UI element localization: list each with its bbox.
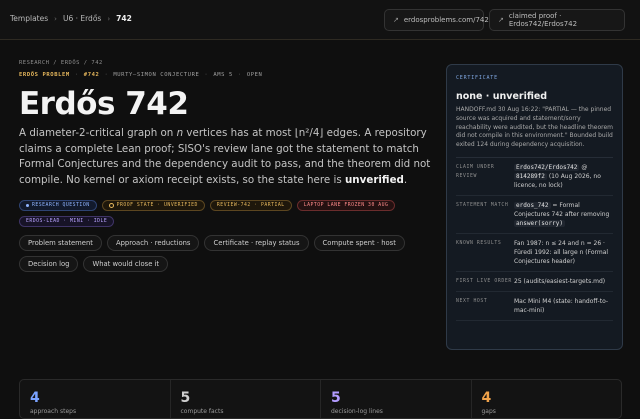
certificate-label: CERTIFICATE: [456, 75, 498, 81]
detail-row: CLAIM UNDER REVIEW Erdos742/Erdos742 @ 8…: [456, 158, 613, 196]
nav-decision-log[interactable]: Decision log: [19, 255, 79, 272]
external-link-icon: ↗: [498, 16, 504, 24]
stat-gaps: 4 gaps: [472, 380, 622, 418]
meta-kind: ERDŐS PROBLEM: [19, 72, 70, 78]
nav-what-would-close-it[interactable]: What would close it: [83, 255, 169, 272]
detail-value: Erdos742/Erdos742 @ 814289f2 (10 Aug 202…: [514, 163, 601, 189]
stat-number: 5: [180, 390, 191, 406]
detail-key: FIRST LIVE ORDER: [456, 278, 512, 284]
top-bar: Templates › U6 · Erdős › 742 ↗ erdosprob…: [0, 0, 640, 40]
stat-number: 4: [30, 390, 40, 406]
section-nav: Problem statement Approach · reductions …: [19, 234, 439, 272]
dot-icon: [26, 203, 29, 207]
detail-value: Mac Mini M4 (state: handoff-to-mac-mini): [514, 297, 609, 314]
status-badges: RESEARCH QUESTION PROOF STATE · UNVERIFI…: [19, 199, 439, 227]
chevron-right-icon: ›: [54, 14, 57, 23]
detail-key: STATEMENT MATCH: [456, 202, 509, 208]
claimed-proof-chip[interactable]: ↗ claimed proof · Erdos742/Erdos742: [489, 9, 625, 31]
external-link-chip[interactable]: ↗ erdosproblems.com/742: [384, 9, 489, 31]
section-path: RESEARCH / ERDŐS / 742: [19, 60, 103, 66]
detail-key: CLAIM UNDER REVIEW: [456, 164, 495, 179]
page-title: Erdős 742: [19, 86, 189, 122]
stat-approach-steps: 4 approach steps: [20, 380, 171, 418]
detail-value: Fan 1987: n ≤ 24 and n = 26 · Füredi 199…: [514, 239, 609, 265]
stat-decision-log: 5 decision-log lines: [321, 380, 472, 418]
problem-meta: ERDŐS PROBLEM · #742 · MURTY–SIMON CONJE…: [19, 72, 434, 78]
dot-separator: ·: [237, 72, 242, 78]
badge-research-question: RESEARCH QUESTION: [19, 199, 97, 211]
nav-approach[interactable]: Approach · reductions: [106, 234, 200, 251]
claimed-proof-label: claimed proof · Erdos742/Erdos742: [508, 12, 578, 28]
detail-value: erdos_742 = Formal Conjectures 742 after…: [514, 201, 610, 227]
certificate-note: HANDOFF.md 30 Aug 16:22: "PARTIAL — the …: [456, 106, 613, 149]
badge-laptop-lane: LAPTOP LANE FROZEN 30 AUG: [296, 199, 396, 211]
stat-number: 4: [481, 390, 492, 406]
stat-caption: decision-log lines: [331, 408, 383, 415]
stat-caption: compute facts: [180, 408, 224, 415]
detail-key: KNOWN RESULTS: [456, 240, 502, 246]
problem-description: A diameter-2-critical graph on n vertice…: [19, 127, 431, 187]
chevron-right-icon: ›: [107, 14, 111, 23]
meta-status: OPEN: [246, 72, 263, 78]
certificate-details: CLAIM UNDER REVIEW Erdos742/Erdos742 @ 8…: [456, 156, 613, 321]
stat-caption: approach steps: [30, 408, 77, 415]
breadcrumb-templates[interactable]: Templates: [10, 14, 48, 23]
badge-proof-state: PROOF STATE · UNVERIFIED: [101, 199, 205, 211]
detail-key: NEXT HOST: [456, 298, 488, 304]
detail-row: KNOWN RESULTS Fan 1987: n ≤ 24 and n = 2…: [456, 234, 613, 272]
certificate-status: none · unverified: [456, 91, 548, 102]
stat-caption: gaps: [481, 408, 496, 415]
detail-row: FIRST LIVE ORDER 25 (audits/easiest-targ…: [456, 272, 613, 292]
dot-separator: ·: [204, 72, 209, 78]
dot-separator: ·: [104, 72, 109, 78]
nav-problem-statement[interactable]: Problem statement: [19, 234, 102, 251]
meta-ams: AMS 5: [213, 72, 233, 78]
stat-compute-facts: 5 compute facts: [171, 380, 321, 418]
stats-strip: 4 approach steps 5 compute facts 5 decis…: [19, 379, 622, 419]
breadcrumb-u6[interactable]: U6 · Erdős: [63, 14, 101, 23]
detail-value: 25 (audits/easiest-targets.md): [514, 277, 606, 285]
breadcrumb: Templates › U6 · Erdős › 742: [10, 14, 132, 23]
detail-row: STATEMENT MATCH erdos_742 = Formal Conje…: [456, 196, 613, 234]
meta-name: MURTY–SIMON CONJECTURE: [113, 72, 200, 78]
stat-number: 5: [331, 390, 341, 406]
circle-icon: [108, 202, 114, 208]
breadcrumb-current: 742: [116, 14, 132, 23]
detail-row: NEXT HOST Mac Mini M4 (state: handoff-to…: [456, 292, 613, 321]
certificate-panel: CERTIFICATE none · unverified HANDOFF.md…: [446, 64, 623, 350]
badge-review: REVIEW-742 · PARTIAL: [209, 199, 292, 211]
meta-number: #742: [83, 72, 100, 78]
nav-certificate[interactable]: Certificate · replay status: [204, 234, 309, 251]
nav-compute[interactable]: Compute spent · host: [313, 234, 405, 251]
external-link-icon: ↗: [393, 16, 399, 24]
external-link-label: erdosproblems.com/742: [403, 16, 489, 24]
dot-separator: ·: [74, 72, 79, 78]
badge-erdos-lead: ERDOS-LEAD · MINI · IDLE: [19, 215, 115, 227]
main-content: RESEARCH / ERDŐS / 742 ERDŐS PROBLEM · #…: [19, 60, 434, 272]
